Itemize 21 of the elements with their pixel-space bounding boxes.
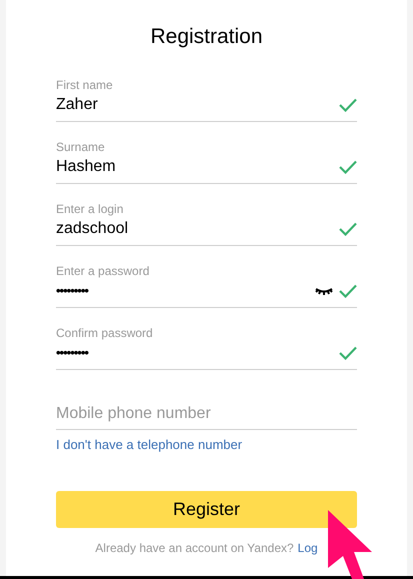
login-link[interactable]: Log <box>298 541 318 555</box>
field-value: ••••••••• <box>56 282 90 300</box>
field-label: Confirm password <box>56 326 153 340</box>
input-field[interactable]: Confirm password ••••••••• <box>56 326 357 370</box>
input-field[interactable]: First name Zaher <box>56 78 357 122</box>
page-title: Registration <box>150 24 263 50</box>
no-phone-link[interactable]: I don't have a telephone number <box>56 437 242 453</box>
field-label: First name <box>56 78 113 92</box>
field-value: Hashem <box>56 157 117 177</box>
field-value: Zaher <box>56 95 99 115</box>
field-value: ••••••••• <box>56 344 90 362</box>
closed-eye-icon[interactable] <box>315 286 333 296</box>
field-label: Enter a password <box>56 264 150 278</box>
register-button[interactable]: Register <box>56 491 357 528</box>
field-label: Surname <box>56 140 105 154</box>
input-field[interactable]: Enter a login zadschool <box>56 202 357 246</box>
input-field[interactable]: Enter a password ••••••••• <box>56 264 357 308</box>
field-label: Enter a login <box>56 202 124 216</box>
login-prompt: Already have an account on Yandex? Log <box>95 540 318 556</box>
field-value: zadschool <box>56 219 130 239</box>
input-field[interactable]: Surname Hashem <box>56 140 357 184</box>
